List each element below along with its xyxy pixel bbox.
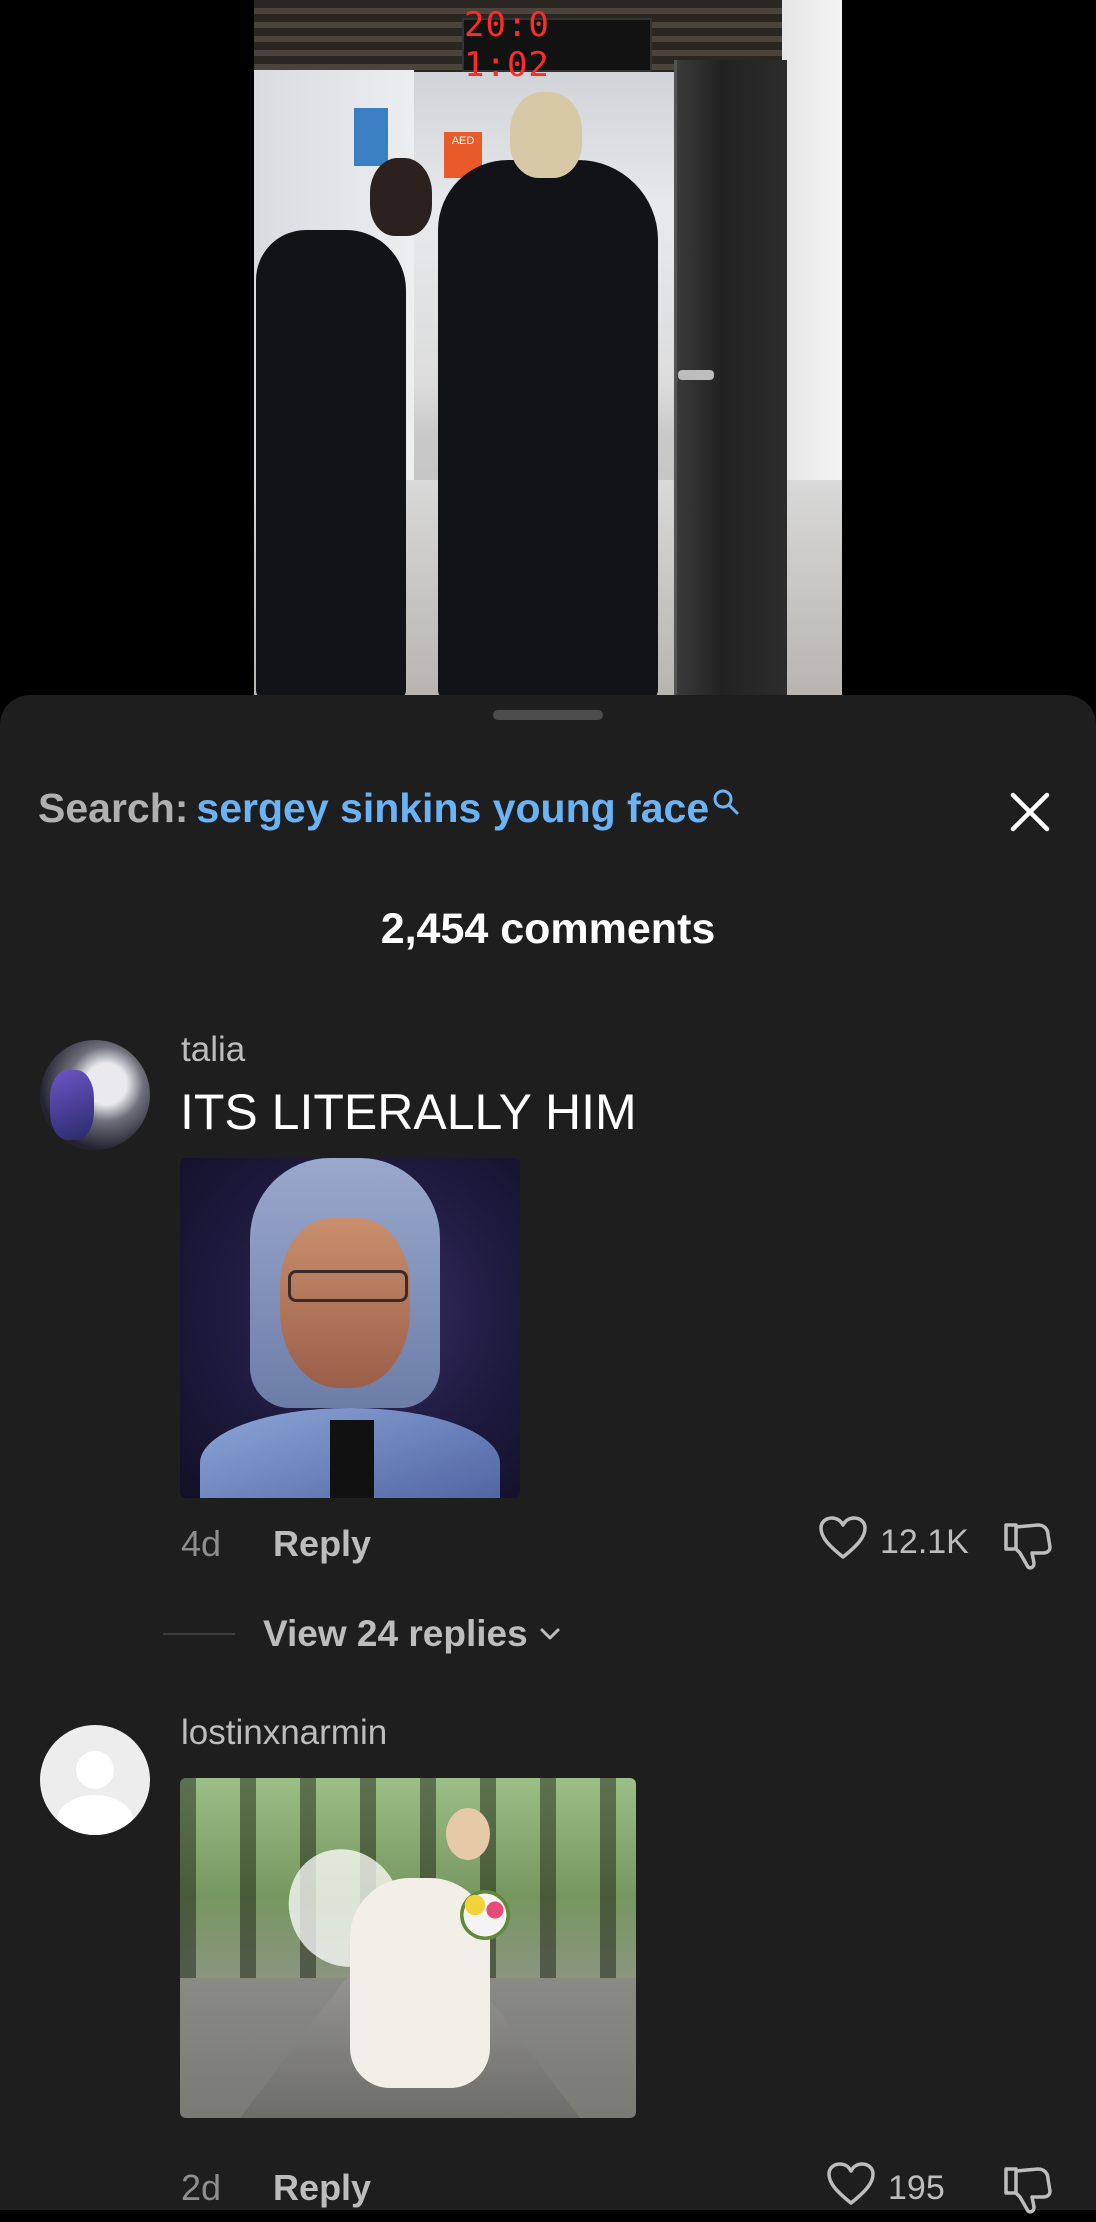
image-figure-tie: [330, 1420, 374, 1498]
heart-icon: [826, 2161, 876, 2216]
heart-icon: [818, 1515, 868, 1570]
search-icon: [712, 779, 740, 826]
reply-button[interactable]: Reply: [273, 1523, 371, 1565]
person-right: [438, 160, 658, 700]
like-button[interactable]: 195: [826, 2161, 945, 2216]
open-door: [674, 60, 787, 700]
sheet-grabber[interactable]: [493, 710, 603, 720]
image-figure-face: [280, 1218, 410, 1388]
replies-divider: [163, 1633, 235, 1635]
chevron-down-icon: [538, 1613, 562, 1655]
comment-meta: 2d Reply: [181, 2167, 371, 2209]
wall-sign: [354, 108, 388, 166]
comment-count: 2,454 comments: [380, 905, 716, 953]
comment-age: 2d: [181, 2167, 222, 2208]
image-bride-head: [446, 1808, 490, 1860]
comment-text: ITS LITERALLY HIM: [180, 1084, 637, 1140]
search-suggestion[interactable]: Search: sergey sinkins young face: [38, 785, 740, 832]
comment-meta: 4d Reply: [181, 1523, 371, 1565]
search-label: Search:: [38, 785, 189, 831]
like-count: 12.1K: [880, 1523, 969, 1561]
avatar[interactable]: [40, 1040, 150, 1150]
thumbs-down-icon[interactable]: [1000, 2161, 1056, 2217]
default-avatar-body: [57, 1795, 133, 1835]
view-replies-button[interactable]: View 24 replies: [163, 1613, 562, 1655]
person-left: [256, 230, 406, 700]
door-handle: [678, 370, 714, 380]
search-query-link[interactable]: sergey sinkins young face: [196, 785, 709, 831]
default-avatar-head: [76, 1751, 114, 1789]
comment-image[interactable]: [180, 1778, 636, 2118]
image-figure-glasses: [288, 1270, 408, 1302]
reply-button[interactable]: Reply: [273, 2167, 371, 2209]
like-button[interactable]: 12.1K: [818, 1515, 969, 1570]
person-right-head: [510, 92, 582, 178]
thumbs-down-icon[interactable]: [1000, 1517, 1056, 1573]
view-replies-label: View 24 replies: [263, 1613, 528, 1654]
comments-sheet: Search: sergey sinkins young face 2,454 c…: [0, 695, 1096, 2214]
video-frame: 20:0 1:02 AED: [254, 0, 842, 700]
comment-age: 4d: [181, 1523, 222, 1564]
comment-image[interactable]: [180, 1158, 520, 1498]
video-player[interactable]: 20:0 1:02 AED: [0, 0, 1096, 700]
comment-username[interactable]: lostinxnarmin: [181, 1713, 387, 1753]
person-left-head: [370, 158, 432, 236]
close-icon[interactable]: [1005, 787, 1055, 837]
wall-clock: 20:0 1:02: [462, 5, 652, 85]
image-bouquet: [460, 1890, 510, 1940]
comment-username[interactable]: talia: [181, 1030, 245, 1070]
like-count: 195: [888, 2169, 945, 2207]
avatar[interactable]: [40, 1725, 150, 1835]
